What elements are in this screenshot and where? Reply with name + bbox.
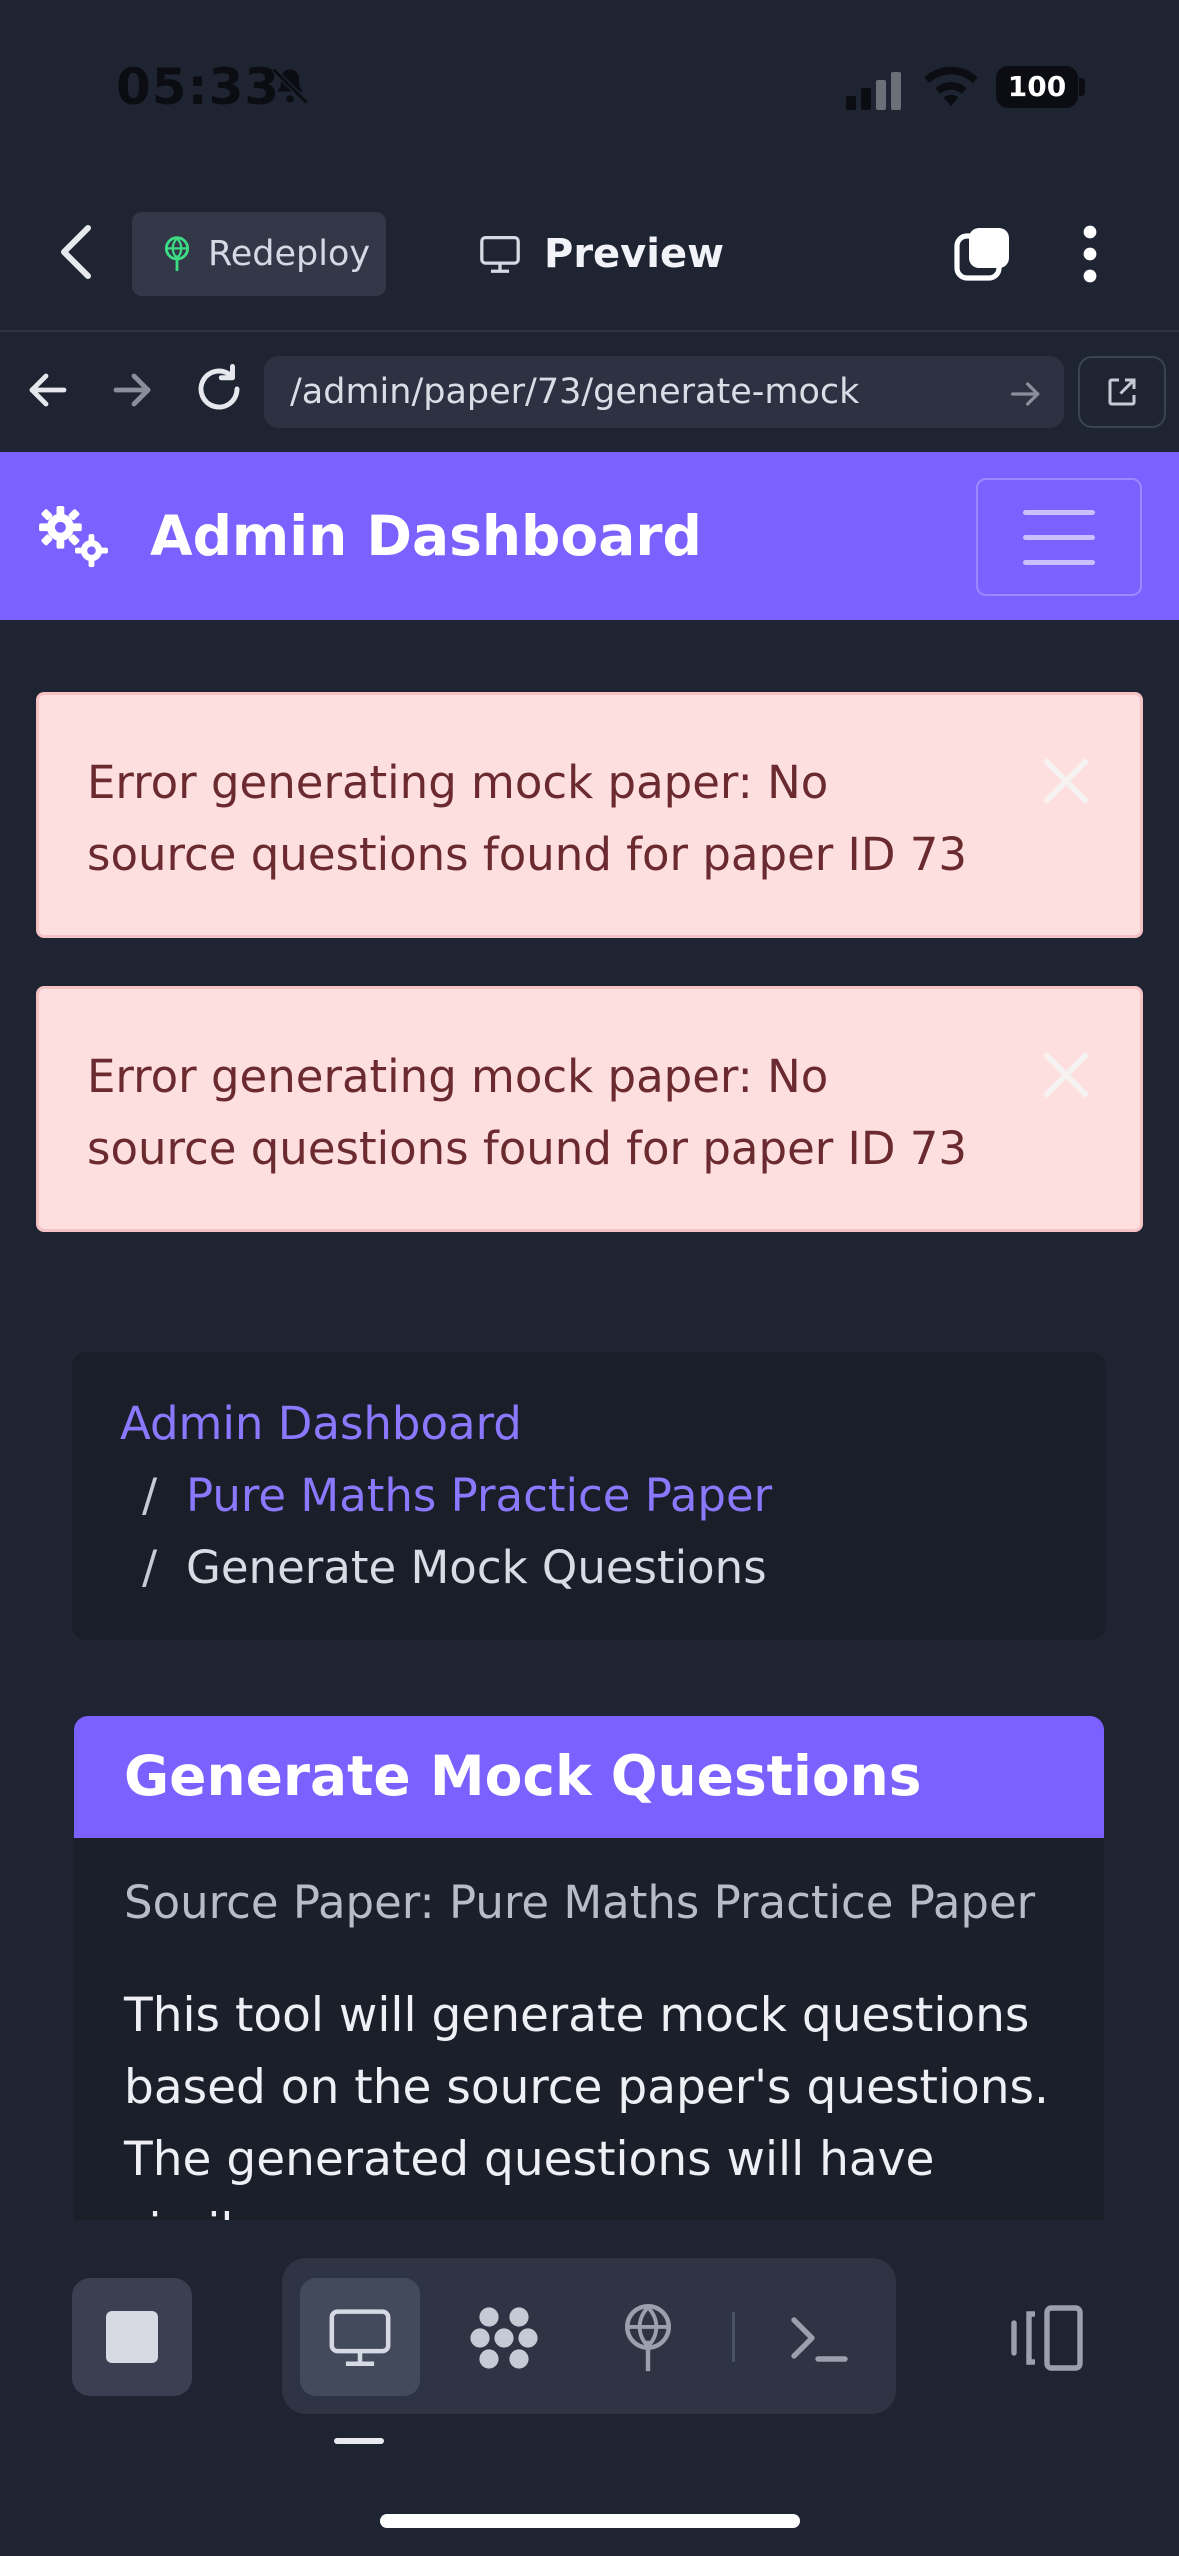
tabs-icon[interactable] <box>952 224 1014 284</box>
home-indicator <box>380 2514 800 2528</box>
breadcrumb-link-paper[interactable]: Pure Maths Practice Paper <box>186 1460 772 1532</box>
gears-icon <box>39 505 108 568</box>
hamburger-menu-button[interactable] <box>976 478 1142 596</box>
desktop-mode-button[interactable] <box>300 2278 420 2396</box>
grid-blob-icon[interactable] <box>466 2302 542 2374</box>
hamburger-line <box>1023 509 1095 515</box>
breadcrumb-link-admin-dashboard[interactable]: Admin Dashboard <box>120 1388 522 1460</box>
status-time: 05:33 <box>116 58 281 116</box>
external-link-icon <box>1108 378 1136 406</box>
hamburger-line <box>1023 559 1095 565</box>
redeploy-label: Redeploy <box>208 234 371 274</box>
source-paper-label: Source Paper: Pure Maths Practice Paper <box>124 1876 1036 1929</box>
stop-icon <box>106 2311 158 2363</box>
bell-muted-icon <box>271 67 309 105</box>
arrow-left-icon[interactable] <box>24 366 72 414</box>
breadcrumb-separator: / <box>142 1541 158 1594</box>
more-options-icon[interactable] <box>1072 222 1108 286</box>
mode-separator <box>732 2312 735 2362</box>
url-text: /admin/paper/73/generate-mock <box>290 372 860 412</box>
monitor-icon <box>480 236 520 273</box>
arrow-right-icon[interactable] <box>108 366 156 414</box>
preview-toggle[interactable]: Preview <box>478 222 724 286</box>
url-field[interactable]: /admin/paper/73/generate-mock <box>264 356 1064 428</box>
error-alert: Error generating mock paper: No source q… <box>36 986 1143 1232</box>
close-icon[interactable] <box>1038 1047 1094 1103</box>
side-panel-icon[interactable] <box>1008 2302 1086 2374</box>
battery-tip <box>1079 78 1085 96</box>
open-external-button[interactable] <box>1078 356 1166 428</box>
breadcrumb: Admin Dashboard / Pure Maths Practice Pa… <box>72 1352 1106 1640</box>
breadcrumb-current: Generate Mock Questions <box>186 1541 767 1594</box>
redeploy-button[interactable]: Redeploy <box>132 212 386 296</box>
error-alert: Error generating mock paper: No source q… <box>36 692 1143 938</box>
breadcrumb-separator: / <box>142 1469 158 1522</box>
card-title: Generate Mock Questions <box>124 1744 922 1808</box>
monitor-icon <box>329 2309 391 2367</box>
hamburger-line <box>1023 534 1095 540</box>
battery-indicator: 100 <box>996 66 1078 108</box>
reload-icon[interactable] <box>192 362 246 416</box>
close-icon[interactable] <box>1038 753 1094 809</box>
stop-button[interactable] <box>72 2278 192 2396</box>
active-mode-indicator <box>334 2438 384 2444</box>
wifi-icon <box>924 66 978 107</box>
alert-message: Error generating mock paper: No source q… <box>87 1050 968 1175</box>
go-arrow-icon[interactable] <box>1006 374 1046 414</box>
alert-message: Error generating mock paper: No source q… <box>87 756 968 881</box>
card-header: Generate Mock Questions <box>74 1716 1104 1838</box>
preview-label: Preview <box>544 231 725 277</box>
navbar-brand[interactable]: Admin Dashboard <box>150 504 702 568</box>
deploy-tree-icon <box>164 236 190 271</box>
deploy-tree-icon[interactable] <box>610 2302 686 2374</box>
generate-mock-card: Generate Mock Questions Source Paper: Pu… <box>74 1716 1104 2236</box>
terminal-icon[interactable] <box>780 2302 856 2374</box>
cellular-signal-icon <box>846 72 901 110</box>
toolbar-divider <box>0 330 1179 332</box>
back-chevron-icon[interactable] <box>56 222 96 282</box>
card-description: This tool will generate mock questions b… <box>124 1988 1049 2236</box>
